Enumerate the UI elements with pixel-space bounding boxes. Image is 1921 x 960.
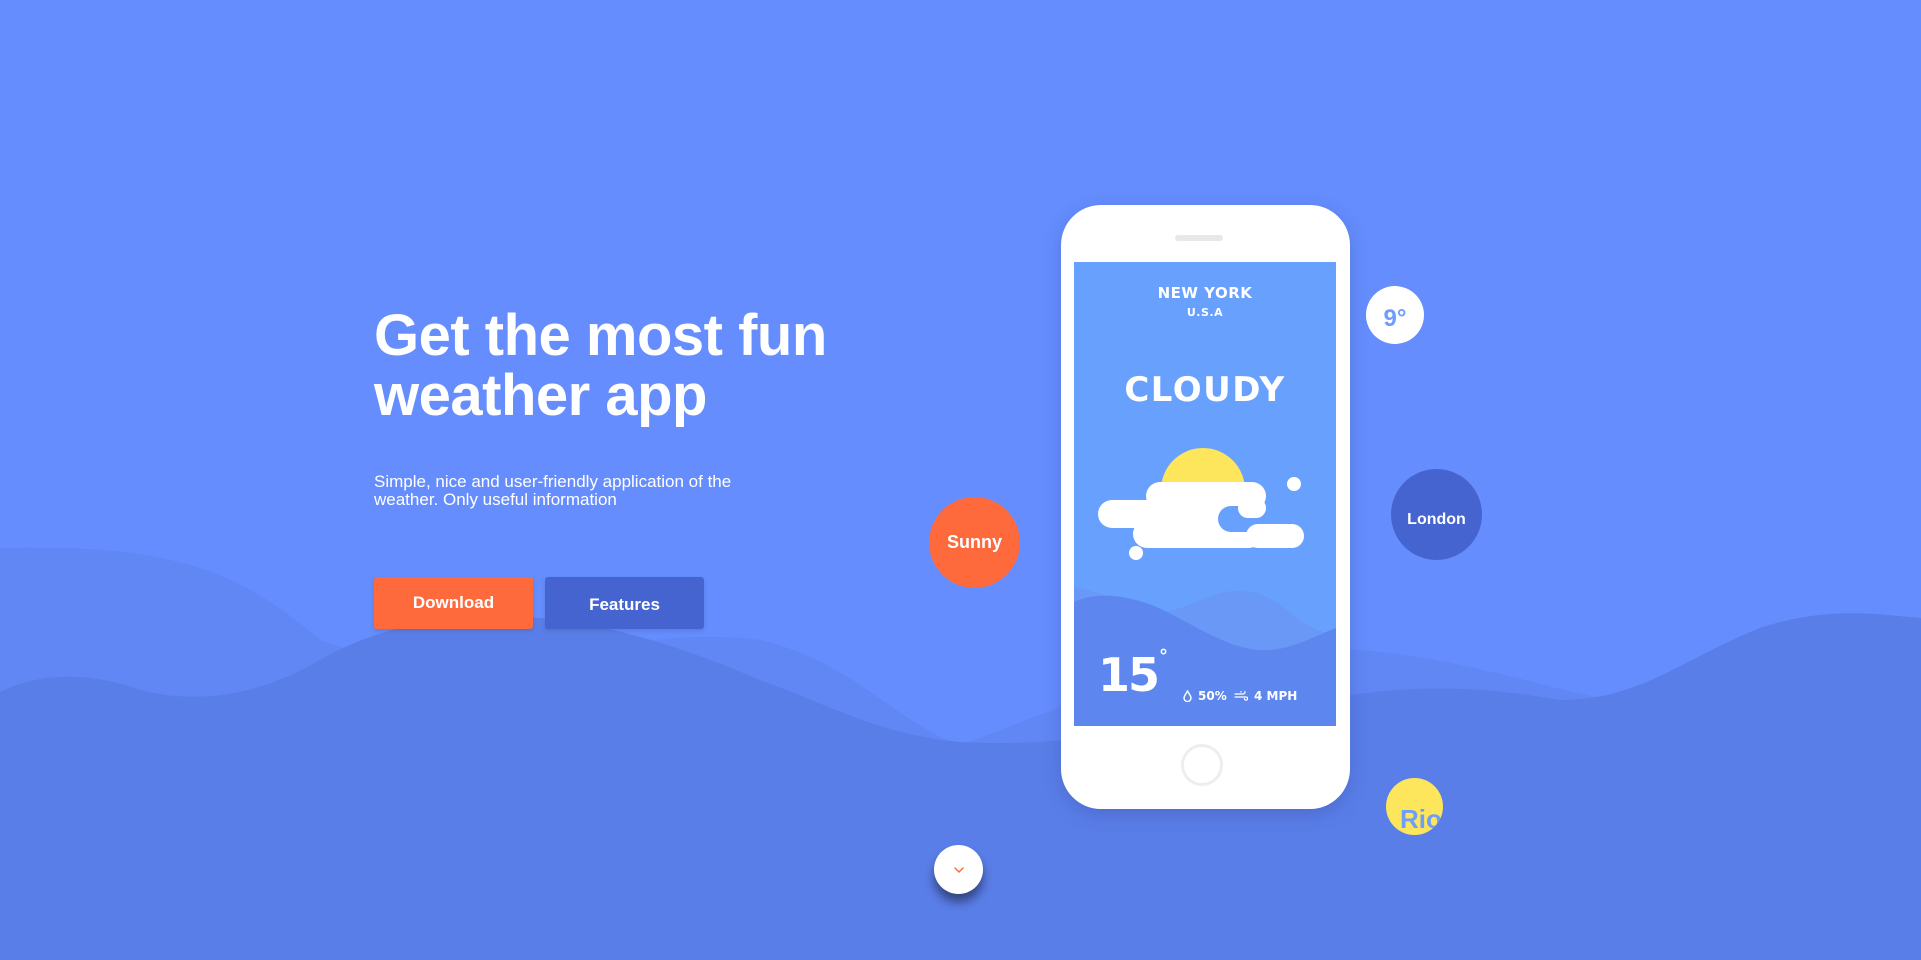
humidity-value: 50%: [1198, 689, 1227, 703]
chevron-down-icon: [953, 866, 964, 873]
bubble-temperature[interactable]: 9°: [1366, 286, 1424, 344]
bubble-london-label: London: [1407, 510, 1466, 528]
weather-condition: CLOUDY: [1124, 370, 1286, 410]
hero-section: Get the most fun weather app Simple, nic…: [0, 0, 1921, 960]
phone-mockup: NEW YORK U.S.A CLOUDY 15 ° 50% 4 MPH: [1061, 205, 1350, 809]
page-headline: Get the most fun weather app: [374, 306, 894, 426]
headline-line-1: Get the most fun: [374, 303, 827, 368]
cloud-sun-illustration: [1098, 448, 1304, 560]
download-button[interactable]: Download: [374, 577, 533, 629]
page-subtitle: Simple, nice and user-friendly applicati…: [374, 473, 794, 509]
subtitle-line-2: weather. Only useful information: [374, 490, 617, 509]
droplet-icon: [1183, 690, 1192, 702]
subtitle-line-1: Simple, nice and user-friendly applicati…: [374, 472, 732, 491]
features-button[interactable]: Features: [545, 577, 704, 629]
bubble-temperature-label: 9°: [1383, 305, 1407, 332]
humidity-stat: 50%: [1183, 689, 1227, 703]
bubble-rio[interactable]: Rio: [1386, 778, 1443, 835]
cloud-icon: [1098, 482, 1304, 548]
phone-screen: NEW YORK U.S.A CLOUDY 15 ° 50% 4 MPH: [1074, 262, 1336, 726]
temperature-value: 15: [1098, 648, 1160, 702]
cloud-dot-left: [1129, 546, 1143, 560]
phone-speaker: [1175, 235, 1223, 241]
bubble-sunny-label: Sunny: [946, 532, 1002, 552]
degree-symbol: °: [1159, 646, 1168, 667]
country-name: U.S.A: [1186, 306, 1224, 319]
background-waves: [0, 547, 1921, 960]
headline-line-2: weather app: [374, 363, 707, 428]
wind-stat: 4 MPH: [1234, 689, 1297, 703]
city-name: NEW YORK: [1157, 284, 1253, 302]
bubble-sunny[interactable]: Sunny: [929, 497, 1020, 588]
wind-value: 4 MPH: [1254, 689, 1298, 703]
bubble-london[interactable]: London: [1391, 469, 1482, 560]
phone-home-button: [1181, 744, 1223, 786]
scroll-down-button[interactable]: [934, 845, 983, 894]
wind-icon: [1234, 691, 1248, 701]
cloud-dot-right: [1287, 477, 1301, 491]
